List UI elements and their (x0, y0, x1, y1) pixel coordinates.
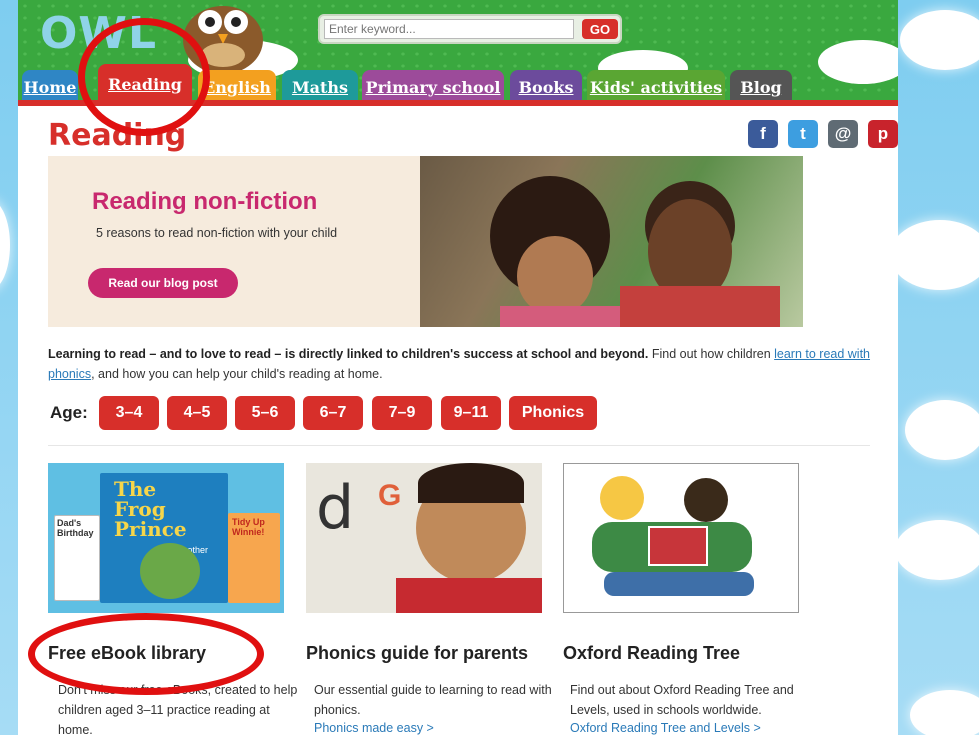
page-container: OWL GO Home Reading English Maths Primar… (18, 0, 898, 735)
card-title-oxford-reading-tree[interactable]: Oxford Reading Tree (563, 643, 740, 664)
ebook-library-image[interactable]: Dad's Birthday The Frog Prince and other… (48, 463, 284, 613)
right-book-title: Tidy Up Winnie! (232, 517, 265, 537)
tab-maths[interactable]: Maths (282, 70, 358, 104)
intro-bold-text: Learning to read – and to love to read –… (48, 347, 649, 361)
frog-prince-title: The Frog Prince (114, 477, 187, 541)
phonics-made-easy-link[interactable]: Phonics made easy > (314, 721, 434, 735)
card-desc-oxford-reading-tree: Find out about Oxford Reading Tree and L… (570, 683, 794, 717)
twitter-icon[interactable]: t (788, 120, 818, 148)
age-button-6-7[interactable]: 6–7 (303, 396, 363, 430)
cloud-decoration (890, 220, 979, 290)
cloud-decoration (905, 400, 979, 460)
father-daughter-image (490, 176, 780, 327)
card-desc-phonics-guide: Our essential guide to learning to read … (314, 683, 552, 717)
tab-home[interactable]: Home (22, 70, 78, 104)
boy-illustration (600, 476, 644, 520)
book-cover-frog-prince: The Frog Prince and other tales (100, 473, 228, 603)
tab-blog[interactable]: Blog (730, 70, 792, 104)
pinterest-icon[interactable]: p (868, 120, 898, 148)
age-button-7-9[interactable]: 7–9 (372, 396, 432, 430)
age-button-5-6[interactable]: 5–6 (235, 396, 295, 430)
hero-photo-image (420, 156, 803, 327)
hero-title: Reading non-fiction (92, 188, 318, 215)
legs-illustration (604, 572, 754, 596)
girl-illustration (684, 478, 728, 522)
boy-hair (418, 463, 524, 503)
age-label: Age: (50, 403, 88, 422)
age-button-4-5[interactable]: 4–5 (167, 396, 227, 430)
book-cover-right: Tidy Up Winnie! (228, 513, 280, 603)
age-button-3-4[interactable]: 3–4 (99, 396, 159, 430)
search-input[interactable] (324, 19, 574, 39)
cloud-decoration (895, 520, 979, 580)
phonics-guide-image[interactable]: d G (306, 463, 542, 613)
book-cover-left: Dad's Birthday (54, 515, 100, 601)
search-go-button[interactable]: GO (582, 19, 618, 39)
annotation-circle-reading-tab (78, 18, 210, 136)
oxford-reading-tree-levels-link[interactable]: Oxford Reading Tree and Levels > (570, 721, 761, 735)
intro-text-end: , and how you can help your child's read… (91, 367, 383, 381)
letter-card-g: G (378, 479, 402, 512)
age-button-phonics[interactable]: Phonics (509, 396, 597, 430)
left-book-title: Dad's Birthday (57, 518, 94, 538)
email-icon[interactable]: @ (828, 120, 858, 148)
intro-text: Find out how children (648, 347, 775, 361)
read-blog-post-button[interactable]: Read our blog post (88, 268, 238, 298)
tab-primary-school[interactable]: Primary school (362, 70, 504, 104)
intro-paragraph: Learning to read – and to love to read –… (48, 344, 888, 384)
red-shirt (396, 578, 542, 613)
hero-subtitle: 5 reasons to read non-fiction with your … (96, 226, 338, 240)
card-title-phonics-guide[interactable]: Phonics guide for parents (306, 643, 528, 664)
search-box: GO (318, 14, 622, 44)
oxford-reading-tree-image[interactable] (563, 463, 799, 613)
cloud-decoration (910, 690, 979, 735)
facebook-icon[interactable]: f (748, 120, 778, 148)
tab-kids-activities[interactable]: Kids' activities (587, 70, 725, 104)
hero-banner: Reading non-fiction 5 reasons to read no… (48, 156, 803, 327)
divider (48, 445, 870, 446)
frog-illustration (140, 543, 200, 599)
tab-books[interactable]: Books (510, 70, 582, 104)
annotation-circle-ebook-library (28, 613, 264, 695)
letter-card-d: d (316, 473, 355, 543)
book-illustration (648, 526, 708, 566)
age-button-9-11[interactable]: 9–11 (441, 396, 501, 430)
